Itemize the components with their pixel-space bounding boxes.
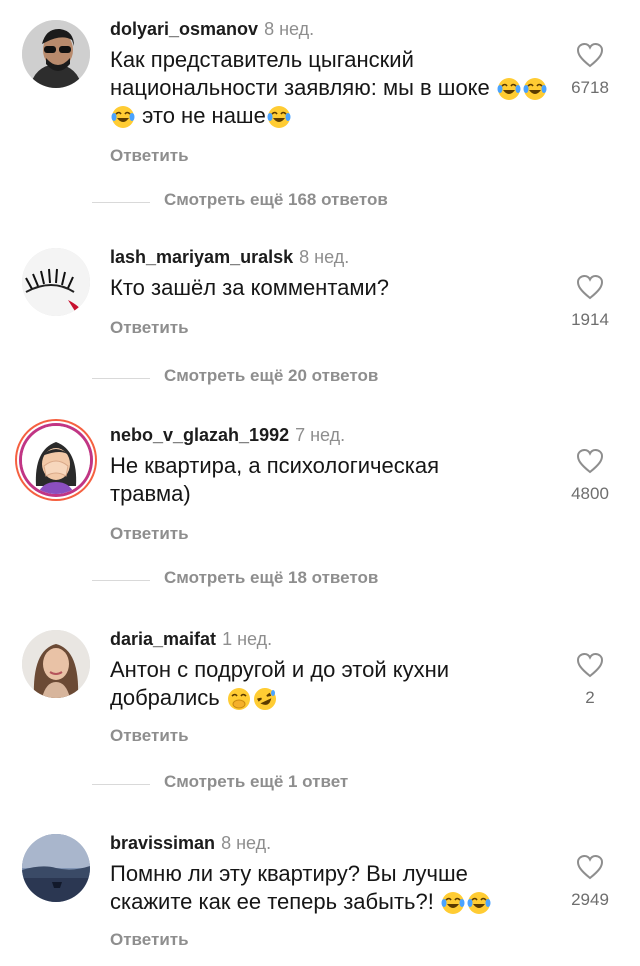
comment-header: daria_maifat 1 нед. (110, 628, 272, 650)
heart-outline-icon (576, 274, 604, 300)
view-more-replies[interactable]: Смотреть ещё 168 ответов (0, 190, 640, 214)
heart-outline-icon (576, 854, 604, 880)
timestamp: 7 нед. (295, 425, 346, 445)
like-count: 1914 (571, 310, 609, 329)
woman-avatar-icon (22, 630, 90, 698)
comment-item: dolyari_osmanov 8 нед. Как представитель … (0, 18, 640, 178)
avatar[interactable] (22, 630, 90, 698)
emoji-tears-of-joy-icon (440, 889, 492, 915)
timestamp: 8 нед. (299, 247, 350, 267)
like-button[interactable]: 1914 (560, 274, 620, 330)
like-count: 2 (585, 688, 595, 707)
avatar[interactable] (22, 834, 90, 902)
heart-outline-icon (576, 652, 604, 678)
comment-text-tail: это не наше (142, 103, 266, 128)
avatar[interactable] (22, 20, 90, 88)
view-more-replies-label[interactable]: Смотреть ещё 20 ответов (164, 366, 378, 386)
comment-text: Не квартира, а психологическая травма) (110, 453, 439, 506)
comment-text-line: Антон с подругой и до этой кухни добрали… (110, 657, 450, 710)
man-avatar-icon (22, 20, 90, 88)
comments-feed: dolyari_osmanov 8 нед. Как представитель … (0, 0, 640, 966)
like-count: 6718 (571, 78, 609, 97)
like-button[interactable]: 2 (560, 652, 620, 708)
username[interactable]: dolyari_osmanov (110, 19, 258, 39)
divider (92, 202, 150, 203)
view-more-replies-label[interactable]: Смотреть ещё 18 ответов (164, 568, 378, 588)
comment-text: Как представитель цыганский национальнос… (110, 46, 550, 130)
timestamp: 8 нед. (264, 19, 315, 39)
like-button[interactable]: 4800 (560, 448, 620, 504)
avatar[interactable] (22, 426, 90, 494)
timestamp: 8 нед. (221, 833, 272, 853)
like-count: 2949 (571, 890, 609, 909)
comment-header: bravissiman 8 нед. (110, 832, 271, 854)
username[interactable]: nebo_v_glazah_1992 (110, 425, 289, 445)
like-count: 4800 (571, 484, 609, 503)
divider (92, 378, 150, 379)
username[interactable]: daria_maifat (110, 629, 216, 649)
timestamp: 1 нед. (222, 629, 273, 649)
view-more-replies[interactable]: Смотреть ещё 18 ответов (0, 568, 640, 592)
comment-text: Кто зашёл за комментами? (110, 275, 390, 300)
reply-button[interactable]: Ответить (110, 318, 189, 338)
username[interactable]: bravissiman (110, 833, 215, 853)
comment-item: nebo_v_glazah_1992 7 нед. Не квартира, а … (0, 424, 640, 544)
comment-header: dolyari_osmanov 8 нед. (110, 18, 314, 40)
comment-item: lash_mariyam_uralsk 8 нед. Кто зашёл за к… (0, 246, 640, 346)
comment-item: daria_maifat 1 нед. Антон с подругой и до… (0, 628, 640, 748)
reply-button[interactable]: Ответить (110, 524, 189, 544)
view-more-replies-label[interactable]: Смотреть ещё 1 ответ (164, 772, 348, 792)
comment-text: Антон с подругой и до этой кухни добрали… (110, 656, 540, 712)
comment-text-line: Как представитель цыганский национальнос… (110, 47, 490, 100)
view-more-replies-label[interactable]: Смотреть ещё 168 ответов (164, 190, 388, 210)
reply-button[interactable]: Ответить (110, 726, 189, 746)
heart-outline-icon (576, 448, 604, 474)
comment-item: bravissiman 8 нед. Помню ли эту квартиру?… (0, 832, 640, 966)
comment-header: lash_mariyam_uralsk 8 нед. (110, 246, 349, 268)
reply-button[interactable]: Ответить (110, 146, 189, 166)
like-button[interactable]: 6718 (560, 42, 620, 98)
comment-text-line: Помню ли эту квартиру? Вы лучше скажите … (110, 861, 468, 914)
landscape-avatar-icon (22, 834, 90, 902)
like-button[interactable]: 2949 (560, 854, 620, 910)
avatar[interactable] (22, 248, 90, 316)
view-more-replies[interactable]: Смотреть ещё 1 ответ (0, 772, 640, 796)
reply-button[interactable]: Ответить (110, 930, 189, 950)
emoji-rolling-laughing-icon (252, 685, 278, 711)
divider (92, 580, 150, 581)
facepalm-avatar-icon (22, 426, 90, 494)
username[interactable]: lash_mariyam_uralsk (110, 247, 293, 267)
view-more-replies[interactable]: Смотреть ещё 20 ответов (0, 366, 640, 390)
heart-outline-icon (576, 42, 604, 68)
comment-header: nebo_v_glazah_1992 7 нед. (110, 424, 345, 446)
eyelash-avatar-icon (22, 248, 90, 316)
divider (92, 784, 150, 785)
emoji-hand-over-mouth-icon (226, 685, 252, 711)
comment-text: Помню ли эту квартиру? Вы лучше скажите … (110, 860, 550, 916)
emoji-tears-of-joy-icon (266, 103, 292, 129)
